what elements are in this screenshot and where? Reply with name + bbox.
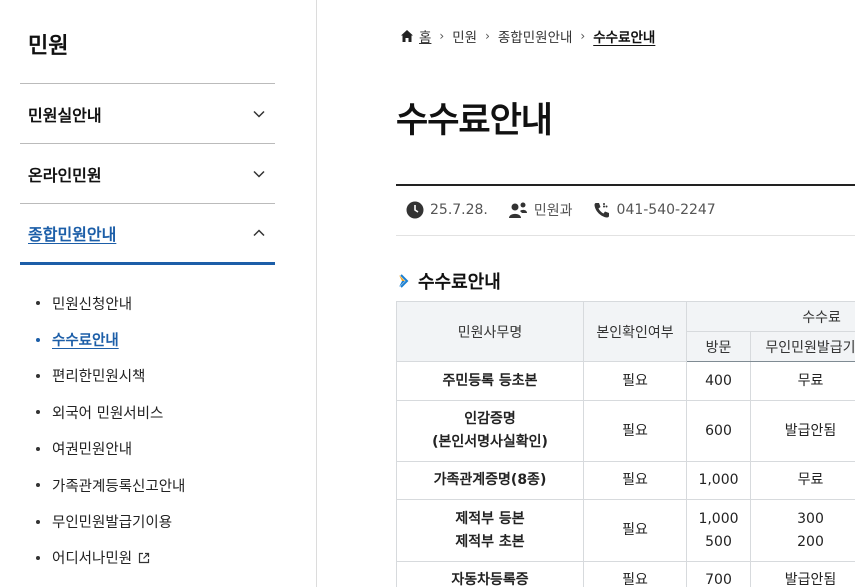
meta-divider [396, 235, 855, 236]
submenu: 민원신청안내 수수료안내 편리한민원시책 외국어 민원서비스 여권민원안내 가족… [36, 285, 185, 576]
header-id-check: 본인확인여부 [583, 301, 687, 362]
cell-kiosk: 발급안됨 [750, 561, 855, 587]
meta-department-text: 민원과 [533, 203, 573, 219]
submenu-item[interactable]: 무인민원발급기이용 [36, 503, 185, 539]
cell-id: 필요 [583, 400, 687, 462]
clock-icon [406, 201, 424, 219]
sidebar: 민원 민원실안내 온라인민원 종합민원안내 민원신청안내 수수료안내 편리한민원… [0, 0, 317, 587]
cell-visit: 1,000 [686, 461, 751, 500]
cell-name: 자동차등록증 [396, 561, 584, 587]
menu-item-general-civil[interactable]: 종합민원안내 [20, 203, 275, 265]
submenu-label: 어디서나민원 [52, 551, 133, 568]
cell-visit: 600 [686, 400, 751, 462]
meta-phone-text: 041-540-2247 [616, 202, 716, 218]
cell-visit: 1,000 500 [686, 499, 751, 562]
submenu-item[interactable]: 편리한민원시책 [36, 358, 185, 394]
fee-table-wrapper: 민원사무명 본인확인여부 수수료 방문 무인민원발급기 주민등록 등초본 필요 … [396, 301, 855, 587]
submenu-item[interactable]: 민원신청안내 [36, 285, 185, 321]
breadcrumb-separator-icon: › [485, 29, 490, 43]
cell-id: 필요 [583, 499, 687, 562]
cell-name: 가족관계증명(8종) [396, 461, 584, 500]
cell-kiosk: 무료 [750, 461, 855, 500]
breadcrumb-item[interactable]: 민원 [452, 26, 477, 46]
chevron-up-icon [253, 229, 265, 237]
header-fee: 수수료 [685, 301, 855, 332]
cell-visit: 400 [686, 361, 751, 401]
header-name: 민원사무명 [396, 301, 584, 362]
cell-kiosk: 발급안됨 [750, 400, 855, 462]
cell-name: 인감증명 (본인서명사실확인) [396, 400, 584, 462]
table-row: 가족관계증명(8종) 필요 1,000 무료 [396, 461, 855, 500]
submenu-item[interactable]: 여권민원안내 [36, 431, 185, 467]
bullet [36, 519, 40, 524]
submenu-label: 여권민원안내 [52, 442, 133, 459]
meta-department: 민원과 [508, 200, 573, 220]
cell-id: 필요 [583, 561, 687, 587]
bullet [36, 483, 40, 488]
submenu-label: 민원신청안내 [52, 296, 133, 313]
cell-name: 제적부 등본 제적부 초본 [396, 499, 584, 562]
breadcrumb-separator-icon: › [580, 29, 586, 43]
sidebar-title: 민원 [28, 34, 69, 59]
cell-name: 주민등록 등초본 [396, 361, 584, 401]
submenu-label: 무인민원발급기이용 [52, 515, 173, 532]
bullet [36, 446, 40, 451]
cell-id: 필요 [583, 461, 687, 500]
header-visit: 방문 [686, 331, 751, 362]
breadcrumb: 홈 › 민원 › 종합민원안내 › 수수료안내 [400, 26, 655, 46]
submenu-label: 가족관계등록신고안내 [52, 478, 186, 495]
title-divider [396, 184, 855, 186]
header-kiosk: 무인민원발급기 [750, 331, 855, 362]
submenu-item-current[interactable]: 수수료안내 [36, 321, 185, 357]
bullet [36, 337, 40, 342]
breadcrumb-separator-icon: › [439, 29, 445, 43]
menu-item-civil-office[interactable]: 민원실안내 [20, 83, 275, 143]
menu-item-label: 민원실안내 [28, 105, 102, 125]
chevron-down-icon [253, 170, 265, 178]
page-meta: 25.7.28. 민원과 041-540-2247 [406, 200, 736, 220]
table-row: 제적부 등본 제적부 초본 필요 1,000 500 300 200 [396, 499, 855, 562]
section-title: 수수료안내 [398, 268, 501, 294]
cell-kiosk: 무료 [750, 361, 855, 401]
bullet [36, 410, 40, 415]
phone-icon [594, 203, 609, 218]
breadcrumb-item[interactable]: 종합민원안내 [498, 26, 573, 46]
home-icon [401, 30, 413, 42]
table-row: 인감증명 (본인서명사실확인) 필요 600 발급안됨 [396, 400, 855, 462]
cell-kiosk: 300 200 [750, 499, 855, 562]
breadcrumb-current[interactable]: 수수료안내 [593, 26, 655, 46]
menu-item-online-civil[interactable]: 온라인민원 [20, 143, 275, 203]
external-link-icon [138, 552, 150, 564]
table-row: 주민등록 등초본 필요 400 무료 [396, 361, 855, 401]
chevron-down-icon [253, 110, 265, 118]
meta-phone: 041-540-2247 [593, 201, 716, 219]
submenu-item[interactable]: 외국어 민원서비스 [36, 394, 185, 430]
fee-table: 민원사무명 본인확인여부 수수료 방문 무인민원발급기 주민등록 등초본 필요 … [396, 301, 855, 587]
submenu-item[interactable]: 어디서나민원 [36, 540, 185, 576]
bullet [36, 555, 40, 560]
submenu-item[interactable]: 가족관계등록신고안내 [36, 467, 185, 503]
submenu-label: 수수료안내 [52, 333, 119, 350]
bullet [36, 301, 40, 306]
meta-date: 25.7.28. [406, 201, 488, 219]
menu-item-label: 온라인민원 [28, 165, 102, 185]
table-row: 자동차등록증 필요 700 발급안됨 [396, 561, 855, 587]
section-title-text: 수수료안내 [418, 272, 501, 293]
meta-date-text: 25.7.28. [430, 202, 488, 218]
people-icon [508, 202, 527, 218]
sidebar-menu: 민원실안내 온라인민원 종합민원안내 [20, 83, 275, 265]
menu-item-label: 종합민원안내 [28, 225, 117, 244]
submenu-label: 편리한민원시책 [52, 369, 146, 386]
breadcrumb-home[interactable]: 홈 [419, 26, 431, 46]
submenu-label: 외국어 민원서비스 [52, 405, 164, 422]
chevron-right-icon [399, 274, 409, 288]
page-title: 수수료안내 [396, 101, 553, 141]
cell-visit: 700 [686, 561, 751, 587]
cell-id: 필요 [583, 361, 687, 401]
bullet [36, 373, 40, 378]
